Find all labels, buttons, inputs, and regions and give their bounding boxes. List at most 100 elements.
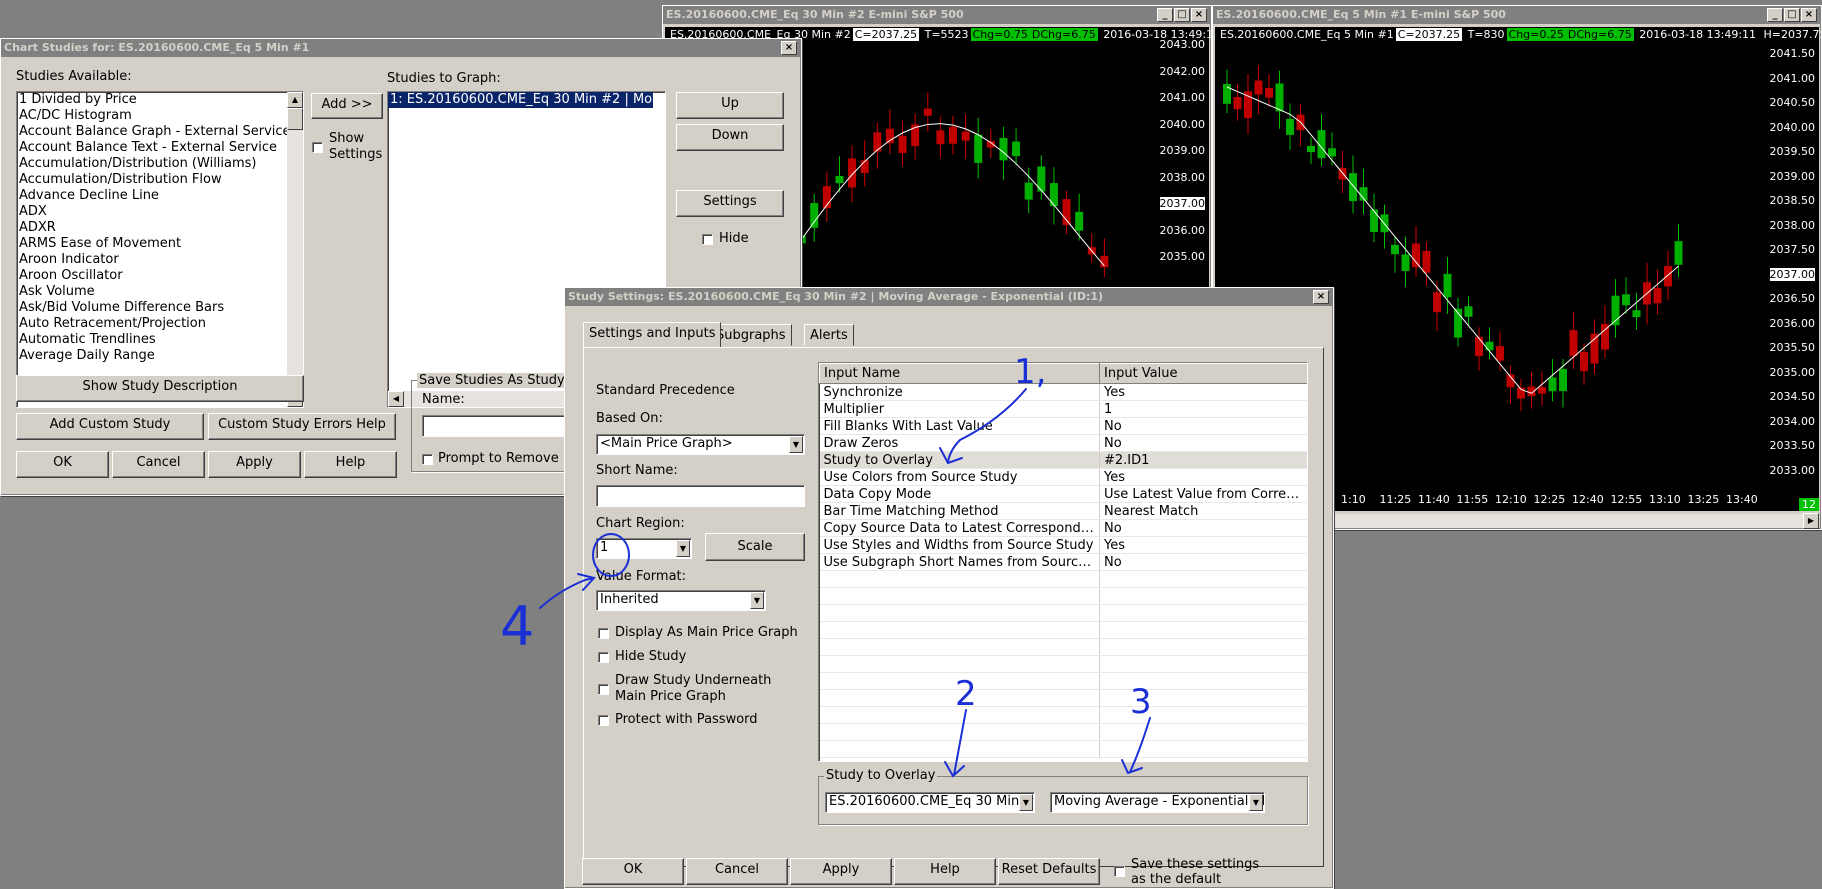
custom-study-errors-help-button[interactable]: Custom Study Errors Help [208, 413, 396, 440]
chart-5min-titlebar[interactable]: ES.20160600.CME_Eq 5 Min #1 E-mini S&P 5… [1213, 6, 1821, 24]
list-item[interactable]: AC/DC Histogram [17, 108, 303, 124]
table-row[interactable]: Copy Source Data to Latest Corresponding… [819, 519, 1307, 537]
study-settings-titlebar[interactable]: Study Settings: ES.20160600.CME_Eq 30 Mi… [565, 288, 1333, 306]
input-value-cell[interactable]: 1 [1099, 400, 1307, 418]
ok-button[interactable]: OK [582, 858, 684, 885]
show-study-description-button[interactable]: Show Study Description [16, 375, 304, 402]
list-item[interactable]: Aroon Indicator [17, 252, 303, 268]
studies-available-list[interactable]: 1 Divided by Price AC/DC Histogram Account… [16, 91, 304, 408]
chart-30min-titlebar[interactable]: ES.20160600.CME_Eq 30 Min #2 E-mini S&P … [663, 6, 1211, 24]
input-value-cell[interactable]: Use Latest Value from Corres... [1099, 485, 1307, 503]
table-row[interactable]: Bar Time Matching Method Nearest Match [819, 502, 1307, 520]
based-on-select[interactable]: <Main Price Graph> ▼ [596, 434, 805, 455]
list-item[interactable]: 1 Divided by Price [17, 92, 303, 108]
overlay-chart-select[interactable]: ES.20160600.CME_Eq 30 Min # ▼ [825, 792, 1035, 813]
chevron-down-icon[interactable]: ▼ [1019, 794, 1033, 811]
show-settings-checkbox[interactable] [312, 142, 323, 153]
prompt-remove-checkbox[interactable] [422, 454, 433, 465]
close-icon[interactable]: × [781, 41, 797, 55]
tab-settings-and-inputs[interactable]: Settings and Inputs [583, 322, 722, 347]
close-icon[interactable]: × [1191, 8, 1207, 22]
ok-button[interactable]: OK [16, 451, 109, 478]
list-item[interactable]: ADX [17, 204, 303, 220]
table-row[interactable]: Use Styles and Widths from Source Study Y… [819, 536, 1307, 554]
scroll-thumb[interactable] [287, 108, 303, 130]
maximize-icon[interactable]: □ [1784, 8, 1800, 22]
add-study-button[interactable]: Add >> [311, 93, 383, 119]
short-name-input[interactable] [596, 485, 805, 507]
scale-button[interactable]: Scale [705, 533, 805, 561]
tab-alerts[interactable]: Alerts [804, 324, 854, 346]
list-item[interactable]: Accumulation/Distribution Flow [17, 172, 303, 188]
table-row[interactable]: Study to Overlay #2.ID1 [819, 451, 1307, 469]
grid-header-input-value[interactable]: Input Value [1099, 363, 1307, 384]
list-item[interactable]: ARMS Ease of Movement [17, 236, 303, 252]
chart-studies-titlebar[interactable]: Chart Studies for: ES.20160600.CME_Eq 5 … [1, 39, 801, 57]
up-button[interactable]: Up [676, 92, 784, 119]
list-item[interactable]: Auto Retracement/Projection [17, 316, 303, 332]
list-item[interactable]: ADXR [17, 220, 303, 236]
help-button[interactable]: Help [304, 451, 397, 478]
grid-header-input-name[interactable]: Input Name [819, 363, 1100, 384]
down-button[interactable]: Down [676, 124, 784, 151]
table-row[interactable]: Use Colors from Source Study Yes [819, 468, 1307, 486]
cancel-button[interactable]: Cancel [686, 858, 788, 885]
add-custom-study-button[interactable]: Add Custom Study [16, 413, 204, 440]
minimize-icon[interactable]: _ [1767, 8, 1783, 22]
input-value-cell[interactable]: No [1099, 434, 1307, 452]
list-item[interactable]: Advance Decline Line [17, 188, 303, 204]
list-item[interactable]: Account Balance Graph - External Service [17, 124, 303, 140]
chevron-down-icon[interactable]: ▼ [750, 592, 764, 609]
list-item[interactable]: Account Balance Text - External Service [17, 140, 303, 156]
table-row[interactable]: Draw Zeros No [819, 434, 1307, 452]
studies-list-scrollbar[interactable]: ▲ ▼ [287, 92, 303, 407]
value-format-select[interactable]: Inherited ▼ [596, 590, 766, 611]
apply-button[interactable]: Apply [208, 451, 301, 478]
protect-password-checkbox[interactable] [598, 715, 609, 726]
reset-defaults-button[interactable]: Reset Defaults [998, 858, 1100, 885]
input-value-cell[interactable]: No [1099, 519, 1307, 537]
input-value-cell[interactable]: No [1099, 553, 1307, 571]
cancel-button[interactable]: Cancel [112, 451, 205, 478]
studies-to-graph-item[interactable]: 1: ES.20160600.CME_Eq 30 Min #2 | Moving… [388, 92, 653, 108]
input-value-cell[interactable]: No [1099, 417, 1307, 435]
list-item[interactable]: Automatic Trendlines [17, 332, 303, 348]
hide-study-checkbox[interactable] [598, 652, 609, 663]
chevron-down-icon[interactable]: ▼ [1249, 794, 1263, 811]
list-item[interactable]: Ask/Bid Volume Difference Bars [17, 300, 303, 316]
list-item[interactable]: Aroon Oscillator [17, 268, 303, 284]
settings-button[interactable]: Settings [676, 190, 784, 217]
input-value-cell[interactable]: #2.ID1 [1099, 451, 1307, 469]
save-default-checkbox[interactable] [1114, 866, 1125, 877]
input-value-cell[interactable]: Yes [1099, 383, 1307, 401]
chart-region-select[interactable]: 1 ▼ [596, 538, 692, 559]
list-item[interactable]: Ask Volume [17, 284, 303, 300]
scroll-left-icon[interactable]: ◀ [388, 391, 404, 407]
chevron-down-icon[interactable]: ▼ [789, 436, 803, 453]
input-value-cell[interactable]: Nearest Match [1099, 502, 1307, 520]
study-collection-name-input[interactable] [422, 415, 572, 437]
list-item[interactable]: Accumulation/Distribution (Williams) [17, 156, 303, 172]
maximize-icon[interactable]: □ [1174, 8, 1190, 22]
scroll-right-icon[interactable]: ▶ [1803, 513, 1819, 529]
table-row[interactable]: Synchronize Yes [819, 383, 1307, 401]
minimize-icon[interactable]: _ [1157, 8, 1173, 22]
chevron-down-icon[interactable]: ▼ [676, 540, 690, 557]
overlay-study-select[interactable]: Moving Average - Exponential (ID ▼ [1050, 792, 1265, 813]
close-icon[interactable]: × [1313, 290, 1329, 304]
input-value-cell[interactable]: Yes [1099, 536, 1307, 554]
tab-subgraphs[interactable]: Subgraphs [710, 324, 792, 346]
apply-button[interactable]: Apply [790, 858, 892, 885]
scroll-up-icon[interactable]: ▲ [287, 92, 303, 108]
table-row[interactable]: Multiplier 1 [819, 400, 1307, 418]
table-row[interactable]: Use Subgraph Short Names from Source Stu… [819, 553, 1307, 571]
table-row[interactable]: Data Copy Mode Use Latest Value from Corr… [819, 485, 1307, 503]
close-icon[interactable]: × [1801, 8, 1817, 22]
list-item[interactable]: Average Daily Range [17, 348, 303, 364]
display-as-main-checkbox[interactable] [598, 628, 609, 639]
help-button[interactable]: Help [894, 858, 996, 885]
input-value-cell[interactable]: Yes [1099, 468, 1307, 486]
table-row[interactable]: Fill Blanks With Last Value No [819, 417, 1307, 435]
draw-underneath-checkbox[interactable] [598, 684, 609, 695]
hide-checkbox[interactable] [702, 234, 713, 245]
